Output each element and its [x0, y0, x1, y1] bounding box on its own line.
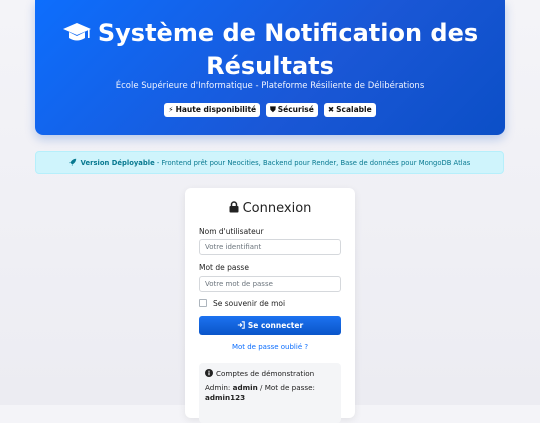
info-circle-icon: [205, 369, 213, 377]
alert-title: Version Déployable: [80, 159, 155, 167]
demo-admin-middle: / Mot de passe:: [257, 383, 315, 392]
demo-admin-user: admin: [232, 383, 258, 392]
deploy-alert: Version Déployable - Frontend prêt pour …: [35, 151, 504, 174]
login-button-label: Se connecter: [247, 321, 304, 330]
graduation-cap-icon: [62, 21, 92, 51]
demo-accounts: Comptes de démonstration Admin: admin / …: [199, 363, 341, 423]
badge-label: Scalable: [336, 105, 372, 114]
demo-title-text: Comptes de démonstration: [216, 369, 315, 378]
badge-label: Sécurisé: [277, 105, 314, 114]
login-title: Connexion: [185, 201, 355, 216]
login-title-text: Connexion: [242, 201, 312, 216]
shield-icon: ⛊: [270, 105, 276, 114]
page-title-text: Système de Notification des Résultats: [97, 19, 479, 80]
arrows-icon: ✖: [327, 105, 335, 114]
rocket-icon: [69, 158, 81, 167]
demo-admin-credentials: Admin: admin / Mot de passe: admin123: [205, 383, 335, 403]
username-input[interactable]: [199, 239, 341, 255]
badge-security: ⛊ Sécurisé: [266, 103, 318, 117]
lock-icon: [229, 201, 239, 213]
login-card: Connexion Nom d'utilisateur Mot de passe…: [185, 188, 355, 423]
badge-label: Haute disponibilité: [175, 105, 257, 114]
demo-title: Comptes de démonstration: [205, 369, 335, 378]
remember-me[interactable]: Se souvenir de moi: [199, 299, 285, 308]
password-label: Mot de passe: [199, 263, 249, 272]
badge-availability: ⚡ Haute disponibilité: [164, 103, 261, 117]
feature-badges: ⚡ Haute disponibilité ⛊ Sécurisé ✖ Scalable: [35, 103, 505, 117]
remember-label: Se souvenir de moi: [213, 299, 286, 308]
alert-text: - Frontend prêt pour Neocities, Backend …: [154, 159, 471, 167]
remember-checkbox[interactable]: [199, 299, 207, 307]
page-title: Système de Notification des Résultats: [35, 18, 505, 81]
bolt-icon: ⚡: [168, 105, 174, 114]
forgot-password-link[interactable]: Mot de passe oublié ?: [185, 343, 355, 351]
badge-scalable: ✖ Scalable: [323, 103, 376, 117]
page-subtitle: École Supérieure d'Informatique - Platef…: [115, 81, 425, 91]
password-input[interactable]: [199, 276, 341, 292]
header-banner: Système de Notification des Résultats Éc…: [35, 0, 505, 135]
demo-admin-prefix: Admin:: [205, 383, 233, 392]
demo-admin-pass: admin123: [205, 393, 246, 402]
sign-in-icon: [237, 321, 245, 329]
login-button[interactable]: Se connecter: [199, 316, 341, 335]
username-label: Nom d'utilisateur: [199, 227, 264, 236]
